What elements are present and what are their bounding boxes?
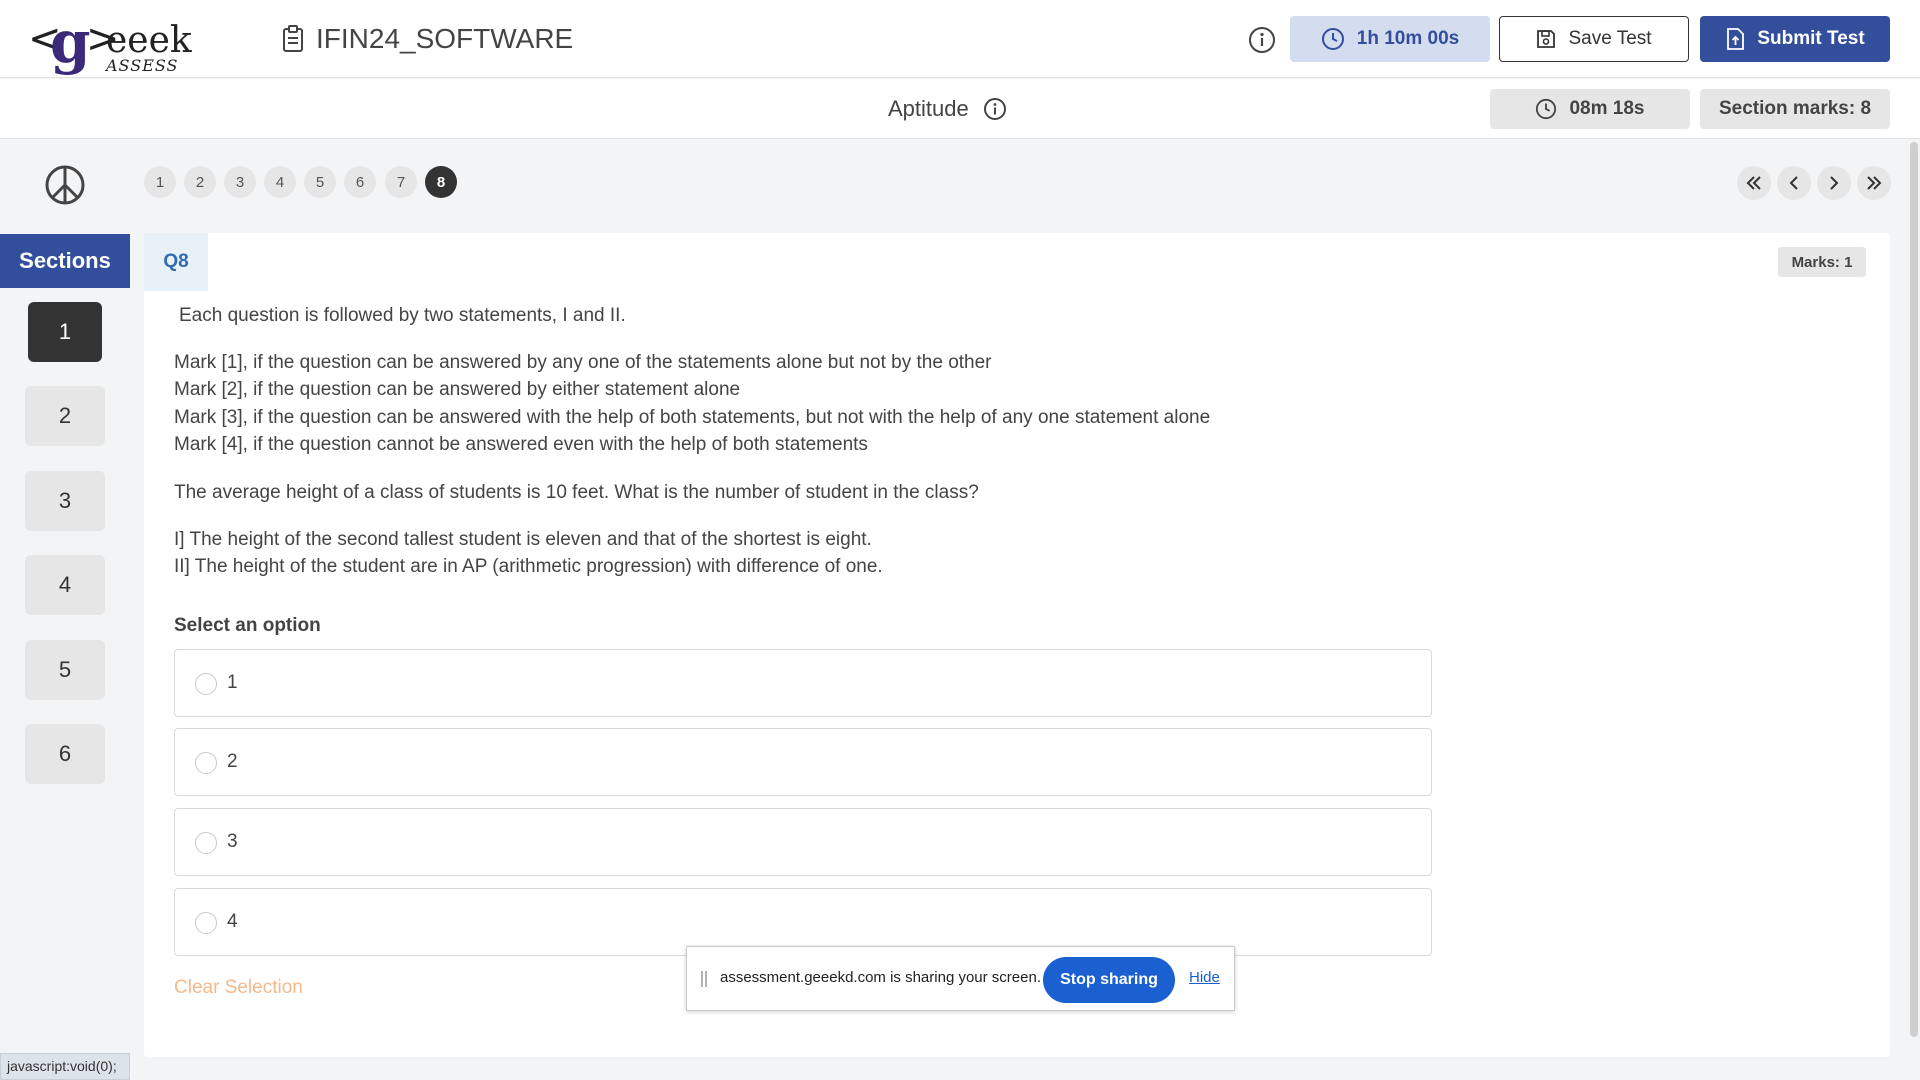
question-number-5[interactable]: 5 <box>304 166 336 198</box>
hide-share-bar-link[interactable]: Hide <box>1189 969 1220 986</box>
file-upload-icon <box>1727 28 1745 50</box>
info-icon[interactable] <box>1248 26 1276 54</box>
option-1-text: 1 <box>227 672 238 693</box>
double-chevron-left-icon <box>1746 176 1761 190</box>
option-2-text: 2 <box>227 751 238 772</box>
section-timer-text: 08m 18s <box>1569 98 1645 119</box>
option-1[interactable]: 1 <box>174 649 1432 717</box>
info-icon[interactable] <box>983 97 1007 121</box>
logo: < g > eeek ASSESS <box>28 8 198 76</box>
submit-test-label: Submit Test <box>1757 28 1865 49</box>
clock-icon <box>1321 28 1344 50</box>
screen-share-text: assessment.geeekd.com is sharing your sc… <box>720 969 1041 986</box>
option-4-radio[interactable] <box>195 912 217 934</box>
chevron-left-icon <box>1789 176 1798 190</box>
logo-sub: ASSESS <box>106 56 179 75</box>
test-title: IFIN24_SOFTWARE <box>282 20 573 58</box>
question-number-3[interactable]: 3 <box>224 166 256 198</box>
peace-sign-icon[interactable] <box>44 164 86 206</box>
screen-share-bar: assessment.geeekd.com is sharing your sc… <box>686 946 1235 1011</box>
question-rule-2: Mark [2], if the question can be answere… <box>174 379 741 400</box>
last-question-button[interactable] <box>1857 166 1891 200</box>
test-timer: 1h 10m 00s <box>1290 16 1490 62</box>
clear-selection-link[interactable]: Clear Selection <box>174 977 303 999</box>
save-test-label: Save Test <box>1568 28 1652 49</box>
clipboard-icon <box>283 25 303 52</box>
marks-badge: Marks: 1 <box>1778 247 1866 277</box>
sections-heading: Sections <box>0 234 130 288</box>
question-statement-2: II] The height of the student are in AP … <box>174 556 883 577</box>
question-number-8[interactable]: 8 <box>425 166 457 198</box>
sidebar: Sections 1 2 3 4 5 6 <box>0 140 130 1080</box>
floppy-disk-icon <box>1537 30 1556 48</box>
section-bar: Aptitude 08m 18s Section marks: 8 <box>0 79 1920 139</box>
clock-icon <box>1536 98 1557 120</box>
logo-g: g <box>50 8 91 76</box>
status-url: javascript:void(0); <box>0 1053 130 1080</box>
question-rule-3: Mark [3], if the question can be answere… <box>174 407 1211 428</box>
option-3-text: 3 <box>227 831 238 852</box>
option-2[interactable]: 2 <box>174 728 1432 796</box>
section-button-4[interactable]: 4 <box>25 555 105 615</box>
question-card: Q8 Marks: 1 Each question is followed by… <box>144 233 1890 1057</box>
option-4-text: 4 <box>227 911 238 932</box>
section-button-3[interactable]: 3 <box>25 471 105 531</box>
section-timer: 08m 18s <box>1490 89 1690 129</box>
logo-word: eeek <box>106 20 192 61</box>
question-number-6[interactable]: 6 <box>344 166 376 198</box>
test-timer-text: 1h 10m 00s <box>1356 28 1460 49</box>
option-3[interactable]: 3 <box>174 808 1432 876</box>
section-marks: Section marks: 8 <box>1700 89 1890 129</box>
question-number-1[interactable]: 1 <box>144 166 176 198</box>
question-rule-1: Mark [1], if the question can be answere… <box>174 352 992 373</box>
section-title: Aptitude <box>888 93 1007 125</box>
save-test-button[interactable]: Save Test <box>1499 16 1689 62</box>
drag-handle-icon[interactable] <box>699 969 709 989</box>
section-button-1[interactable]: 1 <box>28 302 102 362</box>
question-number-4[interactable]: 4 <box>264 166 296 198</box>
test-title-text: IFIN24_SOFTWARE <box>316 23 574 54</box>
question-rule-4: Mark [4], if the question cannot be answ… <box>174 434 868 455</box>
question-intro: Each question is followed by two stateme… <box>179 305 626 326</box>
submit-test-button[interactable]: Submit Test <box>1700 16 1890 62</box>
question-statement-1: I] The height of the second tallest stud… <box>174 529 872 550</box>
question-number-2[interactable]: 2 <box>184 166 216 198</box>
stop-sharing-button[interactable]: Stop sharing <box>1043 957 1175 1003</box>
option-2-radio[interactable] <box>195 752 217 774</box>
question-prompt: The average height of a class of student… <box>174 482 979 503</box>
scrollbar-thumb[interactable] <box>1910 142 1918 1037</box>
section-button-6[interactable]: 6 <box>25 724 105 784</box>
option-1-radio[interactable] <box>195 673 217 695</box>
double-chevron-right-icon <box>1867 176 1882 190</box>
chevron-right-icon <box>1830 176 1839 190</box>
first-question-button[interactable] <box>1737 166 1771 200</box>
option-3-radio[interactable] <box>195 832 217 854</box>
question-label: Q8 <box>144 233 208 291</box>
select-option-label: Select an option <box>174 615 321 636</box>
section-title-text: Aptitude <box>888 96 969 121</box>
section-button-2[interactable]: 2 <box>25 386 105 446</box>
header: < g > eeek ASSESS IFIN24_SOFTWARE 1h 10m… <box>0 0 1920 78</box>
question-number-7[interactable]: 7 <box>385 166 417 198</box>
previous-question-button[interactable] <box>1777 166 1811 200</box>
next-question-button[interactable] <box>1817 166 1851 200</box>
section-button-5[interactable]: 5 <box>25 640 105 700</box>
